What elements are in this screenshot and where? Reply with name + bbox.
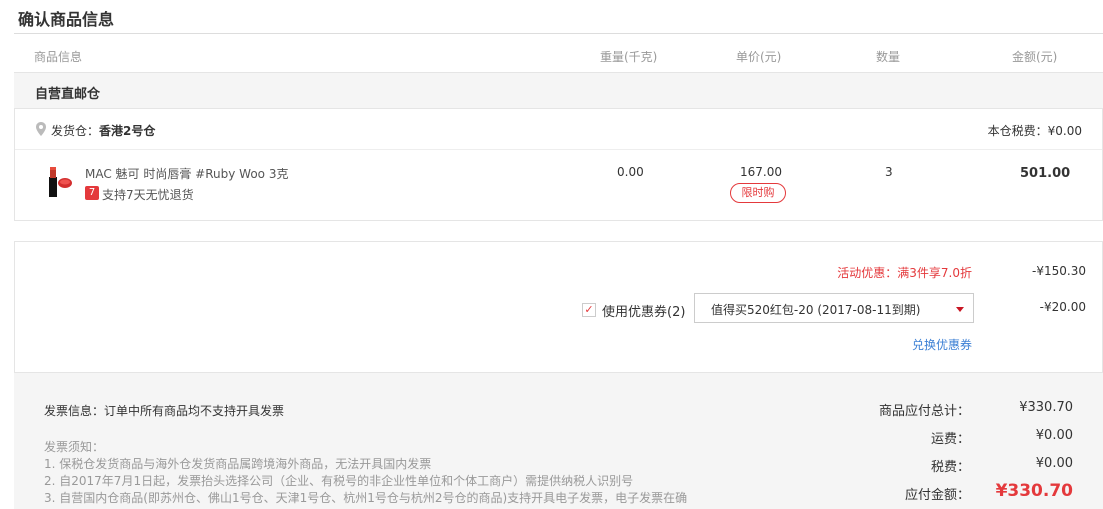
product-weight: 0.00: [617, 165, 644, 179]
promo-text: 活动优惠：满3件享7.0折: [837, 266, 972, 280]
use-coupon-label[interactable]: 使用优惠券(2): [602, 301, 685, 320]
ship-from: 发货仓：香港2号仓: [51, 122, 155, 139]
product-box: 发货仓：香港2号仓 本仓税费：¥0.00 MAC 魅可 时尚唇膏 #Ruby W…: [14, 109, 1103, 221]
coupon-amount: -¥20.00: [1039, 300, 1086, 314]
product-price: 167.00: [740, 165, 782, 179]
ship-row: 发货仓：香港2号仓 本仓税费：¥0.00: [15, 109, 1102, 150]
payable-label: 应付金额：: [904, 488, 970, 503]
dropdown-arrow-icon: [956, 307, 964, 312]
use-coupon-checkbox[interactable]: ✓: [582, 303, 596, 317]
ship-warehouse: 香港2号仓: [99, 124, 156, 138]
page-title: 确认商品信息: [18, 10, 115, 29]
subtotal-label: 商品应付总计：: [878, 404, 970, 419]
return-policy-text: 支持7天无忧退货: [102, 188, 194, 202]
tax-label: 税费：: [930, 460, 970, 475]
product-amount: 501.00: [1020, 166, 1071, 181]
tax-value: ¥0.00: [1035, 456, 1073, 471]
invoice-summary-section: 发票信息：订单中所有商品均不支持开具发票 发票须知： 1. 保税仓发货商品与海外…: [14, 372, 1103, 509]
table-header: 商品信息 重量(千克) 单价(元) 数量 金额(元): [14, 33, 1103, 73]
shipping-value: ¥0.00: [1035, 428, 1073, 443]
discount-section: 活动优惠：满3件享7.0折 -¥150.30 ✓ 使用优惠券(2) 值得买520…: [14, 241, 1103, 373]
invoice-info: 发票信息：订单中所有商品均不支持开具发票: [44, 404, 285, 418]
invoice-notice-1: 1. 保税仓发货商品与海外仓发货商品属跨境海外商品，无法开具国内发票: [44, 457, 432, 471]
ship-label: 发货仓：: [51, 124, 100, 138]
product-name-link[interactable]: MAC 魅可 时尚唇膏 #Ruby Woo 3克: [85, 165, 288, 182]
invoice-notice-3: 3. 自营国内仓商品(即苏州仓、佛山1号仓、天津1号仓、杭州1号仓与杭州2号仓的…: [44, 491, 688, 505]
warehouse-header: 自营直邮仓: [14, 72, 1103, 109]
col-qty: 数量: [876, 50, 901, 64]
product-qty: 3: [885, 165, 893, 179]
invoice-notice-2: 2. 自2017年7月1日起，发票抬头选择公司（企业、有税号的非企业性单位和个体…: [44, 474, 634, 488]
location-pin-icon: [36, 122, 46, 136]
coupon-select[interactable]: 值得买520红包-20 (2017-08-11到期): [694, 293, 974, 323]
shipping-label: 运费：: [930, 432, 970, 447]
col-price: 单价(元): [736, 50, 782, 64]
exchange-coupon-link[interactable]: 兑换优惠券: [912, 336, 972, 353]
invoice-notice: 发票须知： 1. 保税仓发货商品与海外仓发货商品属跨境海外商品，无法开具国内发票…: [44, 439, 687, 507]
subtotal-value: ¥330.70: [1019, 400, 1073, 415]
invoice-notice-title: 发票须知：: [44, 440, 105, 454]
col-amount: 金额(元): [1012, 50, 1058, 64]
lipstick-product-image[interactable]: [45, 163, 73, 199]
return-7day-icon: 7: [85, 186, 99, 200]
promo-amount: -¥150.30: [1032, 264, 1086, 278]
warehouse-tax: 本仓税费：¥0.00: [987, 124, 1082, 138]
payable-value: ¥330.70: [995, 481, 1073, 501]
limited-time-badge: 限时购: [730, 183, 786, 203]
coupon-selected-value: 值得买520红包-20 (2017-08-11到期): [711, 303, 921, 317]
warehouse-name: 自营直邮仓: [35, 87, 101, 102]
col-weight: 重量(千克): [600, 50, 658, 64]
col-product: 商品信息: [34, 50, 83, 64]
